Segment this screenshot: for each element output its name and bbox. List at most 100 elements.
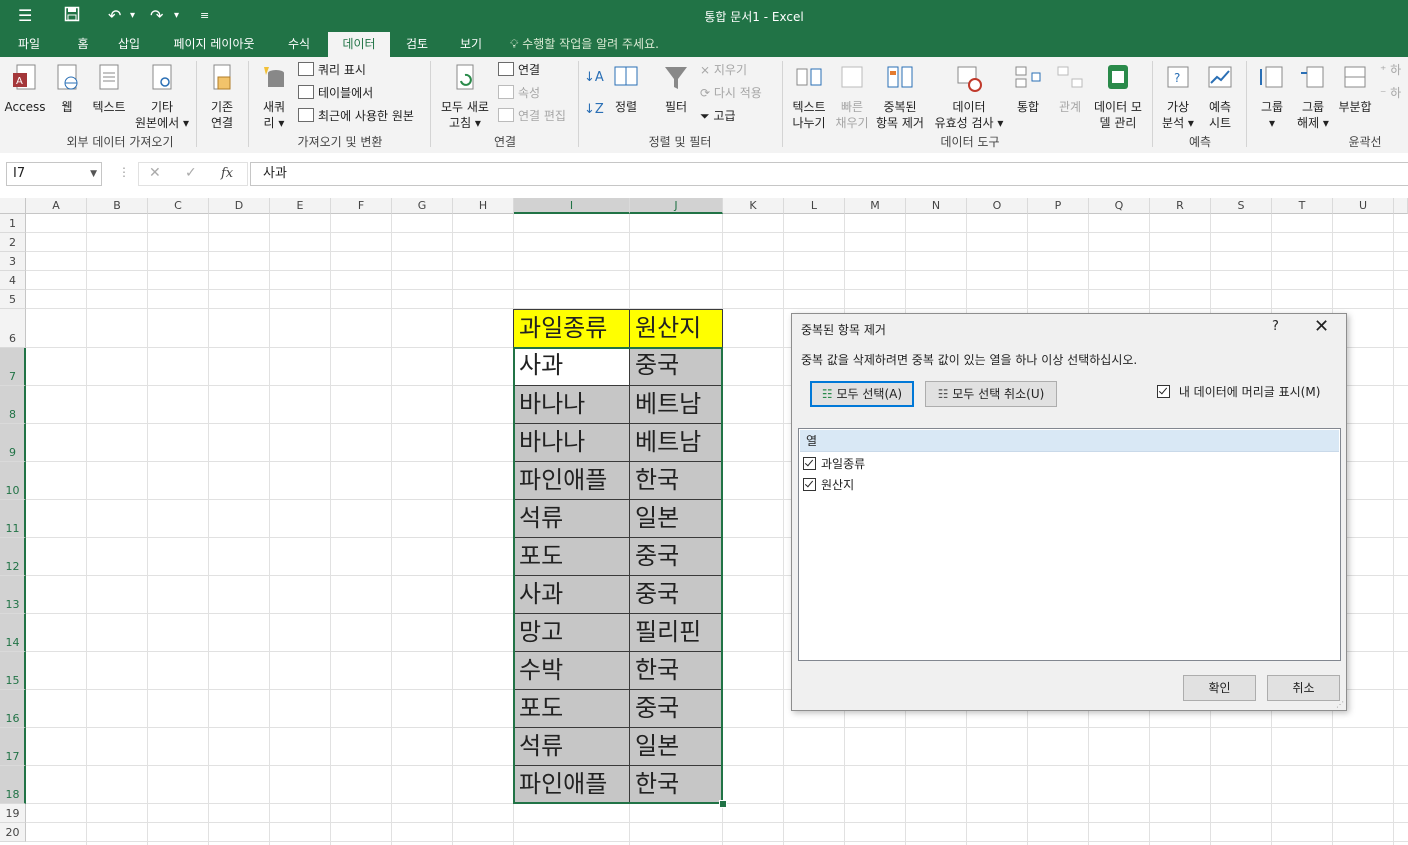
sort-descending-icon[interactable]: ↓Z: [584, 101, 604, 119]
row-header[interactable]: 16: [0, 690, 26, 728]
table-cell[interactable]: 석류: [513, 728, 630, 766]
table-cell[interactable]: 바나나: [513, 424, 630, 462]
sort-button[interactable]: 정렬: [608, 63, 644, 115]
text-button[interactable]: 텍스트: [88, 63, 130, 115]
other-sources-button[interactable]: 기타 원본에서 ▾: [134, 63, 190, 131]
web-button[interactable]: 웹: [50, 63, 84, 115]
table-cell[interactable]: 바나나: [513, 386, 630, 424]
column-header[interactable]: E: [270, 198, 331, 214]
unselect-all-button[interactable]: ☷ 모두 선택 취소(U): [925, 381, 1057, 407]
row-header[interactable]: 19: [0, 804, 26, 823]
table-cell[interactable]: 석류: [513, 500, 630, 538]
resize-grip-icon[interactable]: ⋰: [1336, 700, 1344, 709]
table-cell[interactable]: 중국: [630, 690, 723, 728]
row-header[interactable]: 4: [0, 271, 26, 290]
column-header[interactable]: D: [209, 198, 270, 214]
table-cell[interactable]: 포도: [513, 690, 630, 728]
row-header[interactable]: 9: [0, 424, 26, 462]
connections-button[interactable]: 연결: [498, 61, 540, 79]
recent-sources-button[interactable]: 최근에 사용한 원본: [298, 107, 414, 125]
row-header[interactable]: 10: [0, 462, 26, 500]
row-header[interactable]: 13: [0, 576, 26, 614]
list-item[interactable]: 과일종류: [803, 456, 865, 472]
row-header[interactable]: 11: [0, 500, 26, 538]
close-icon[interactable]: ✕: [1314, 316, 1329, 337]
from-table-button[interactable]: 테이블에서: [298, 84, 373, 102]
refresh-all-button[interactable]: 모두 새로 고침 ▾: [434, 63, 496, 131]
formula-input[interactable]: 사과: [250, 162, 1408, 186]
table-cell[interactable]: 포도: [513, 538, 630, 576]
row-header[interactable]: 6: [0, 309, 26, 348]
cancel-button[interactable]: 취소: [1267, 675, 1340, 701]
column-header[interactable]: O: [967, 198, 1028, 214]
row-header[interactable]: 2: [0, 233, 26, 252]
existing-connections-button[interactable]: 기존 연결: [200, 63, 244, 131]
properties-button[interactable]: 속성: [498, 84, 540, 102]
column-header[interactable]: M: [845, 198, 906, 214]
enter-icon[interactable]: ✓: [185, 165, 197, 181]
filter-button[interactable]: 필터: [658, 63, 694, 115]
row-header[interactable]: 18: [0, 766, 26, 804]
hide-detail-icon[interactable]: ⁻ 하: [1380, 84, 1401, 102]
column-header[interactable]: N: [906, 198, 967, 214]
column-header[interactable]: R: [1150, 198, 1211, 214]
checkbox-checked-icon[interactable]: [803, 478, 816, 491]
table-header-cell[interactable]: 원산지: [630, 309, 723, 348]
group-button[interactable]: 그룹 ▾: [1252, 63, 1292, 131]
table-cell[interactable]: 망고: [513, 614, 630, 652]
cancel-icon[interactable]: ✕: [149, 165, 161, 181]
table-cell[interactable]: 사과: [513, 347, 630, 386]
table-cell[interactable]: 필리핀: [630, 614, 723, 652]
checkbox-checked-icon[interactable]: [1157, 385, 1170, 398]
header-checkbox[interactable]: 내 데이터에 머리글 표시(M): [1157, 383, 1320, 400]
table-cell[interactable]: 사과: [513, 576, 630, 614]
tab-home[interactable]: 홈: [66, 32, 100, 57]
column-header[interactable]: B: [87, 198, 148, 214]
chevron-down-icon[interactable]: ▼: [90, 163, 97, 185]
sort-ascending-icon[interactable]: ↓A: [584, 69, 604, 87]
row-header[interactable]: 5: [0, 290, 26, 309]
tell-me-box[interactable]: 💡︎ 수행할 작업을 알려 주세요.: [510, 32, 659, 57]
table-cell[interactable]: 베트남: [630, 424, 723, 462]
table-cell[interactable]: 한국: [630, 462, 723, 500]
tab-insert[interactable]: 삽입: [108, 32, 150, 57]
column-header[interactable]: U: [1333, 198, 1394, 214]
data-model-button[interactable]: 데이터 모델 관리: [1090, 63, 1146, 131]
forecast-sheet-button[interactable]: 예측 시트: [1200, 63, 1240, 131]
data-validation-button[interactable]: 데이터 유효성 검사 ▾: [928, 63, 1010, 131]
tab-review[interactable]: 검토: [396, 32, 438, 57]
column-header[interactable]: H: [453, 198, 514, 214]
consolidate-button[interactable]: 통합: [1008, 63, 1048, 115]
row-header[interactable]: 12: [0, 538, 26, 576]
flash-fill-button[interactable]: 빠른 채우기: [832, 63, 872, 131]
row-header[interactable]: 14: [0, 614, 26, 652]
column-header[interactable]: G: [392, 198, 453, 214]
row-header[interactable]: 3: [0, 252, 26, 271]
show-detail-icon[interactable]: ⁺ 하: [1380, 61, 1401, 79]
ungroup-button[interactable]: 그룹 해제 ▾: [1292, 63, 1334, 131]
checkbox-checked-icon[interactable]: [803, 457, 816, 470]
insert-function-icon[interactable]: fx: [221, 166, 233, 181]
show-queries-button[interactable]: 쿼리 표시: [298, 61, 366, 79]
tab-file[interactable]: 파일: [0, 32, 58, 57]
edit-links-button[interactable]: 연결 편집: [498, 107, 566, 125]
column-header[interactable]: A: [26, 198, 87, 214]
column-header[interactable]: K: [723, 198, 784, 214]
select-all-button[interactable]: ☷ 모두 선택(A): [810, 381, 914, 407]
table-cell[interactable]: 파인애플: [513, 766, 630, 804]
access-button[interactable]: A Access: [4, 63, 46, 115]
text-to-columns-button[interactable]: 텍스트 나누기: [786, 63, 832, 131]
column-header[interactable]: [1394, 198, 1408, 214]
row-header[interactable]: 17: [0, 728, 26, 766]
table-cell[interactable]: 수박: [513, 652, 630, 690]
column-header[interactable]: I: [514, 198, 630, 214]
remove-duplicates-button[interactable]: 중복된 항목 제거: [872, 63, 928, 131]
list-item[interactable]: 원산지: [803, 477, 854, 493]
fill-handle[interactable]: [719, 800, 727, 808]
table-cell[interactable]: 중국: [630, 576, 723, 614]
clear-filter-button[interactable]: ⨯ 지우기: [700, 61, 747, 79]
row-header[interactable]: 1: [0, 214, 26, 233]
column-header[interactable]: L: [784, 198, 845, 214]
what-if-analysis-button[interactable]: ? 가상 분석 ▾: [1156, 63, 1200, 131]
reapply-button[interactable]: ⟳ 다시 적용: [700, 84, 762, 102]
